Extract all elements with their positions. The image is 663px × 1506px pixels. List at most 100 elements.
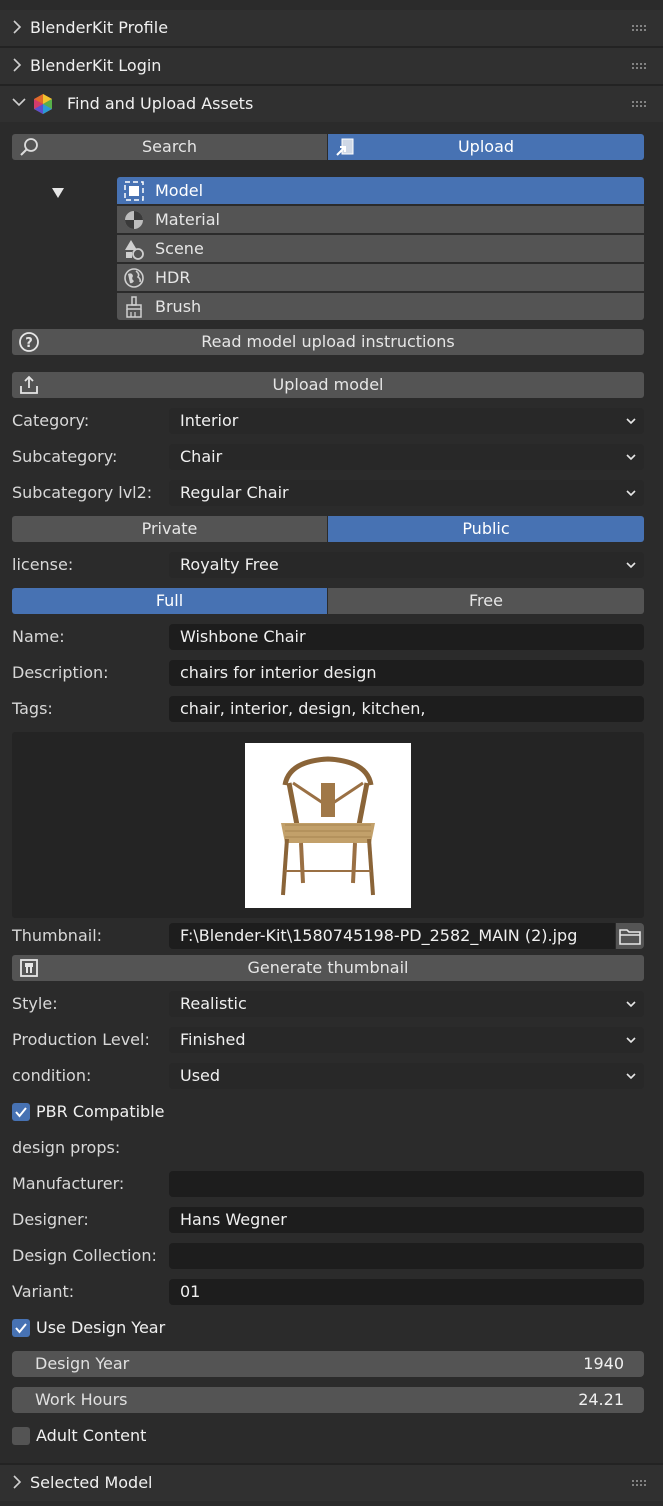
asset-type-brush[interactable]: Brush [117,293,644,320]
name-label: Name: [12,627,65,646]
subcategory-dropdown[interactable]: Chair [169,444,644,470]
panel-header-selected-model[interactable]: Selected Model [0,1465,663,1501]
panel-header-profile[interactable]: BlenderKit Profile [0,10,663,46]
subcategory2-dropdown[interactable]: Regular Chair [169,480,644,506]
tab-upload[interactable]: Upload [328,134,644,160]
pbr-checkbox[interactable] [12,1103,30,1121]
export-icon [18,374,40,396]
design-year-field[interactable]: Design Year 1940 [12,1351,644,1377]
use-design-year-label: Use Design Year [36,1318,166,1337]
chevron-down-icon [625,991,639,1017]
thumbnail-preview-area [12,732,644,918]
work-hours-field[interactable]: Work Hours 24.21 [12,1387,644,1413]
panel-title: Selected Model [30,1473,153,1492]
asset-type-hdr[interactable]: HDR [117,264,644,291]
name-field[interactable]: Wishbone Chair [169,624,644,650]
button-label: Read model upload instructions [201,332,455,351]
category-dropdown[interactable]: Interior [169,408,644,434]
folder-icon [619,926,641,950]
blenderkit-logo-icon [32,93,54,115]
tab-search[interactable]: Search [12,134,327,160]
dropdown-value: Regular Chair [180,483,289,502]
asset-type-label: Material [155,210,220,229]
button-label: Upload model [272,375,384,394]
design-props-label: design props: [12,1138,121,1157]
chevron-right-icon [12,58,26,74]
checkmark-icon [15,1323,27,1334]
panel-title: BlenderKit Login [30,56,162,75]
condition-label: condition: [12,1066,92,1085]
designer-label: Designer: [12,1210,89,1229]
designer-field[interactable]: Hans Wegner [169,1207,644,1233]
work-hours-value: 24.21 [578,1390,624,1409]
dropdown-value: Realistic [180,994,247,1013]
scene-icon [123,238,145,260]
dropdown-value: Interior [180,411,239,430]
panel-header-login[interactable]: BlenderKit Login [0,48,663,84]
adult-content-label: Adult Content [36,1426,147,1445]
dropdown-value: Chair [180,447,223,466]
private-toggle[interactable]: Private [12,516,327,542]
tab-label: Upload [457,137,515,156]
read-instructions-button[interactable]: ? Read model upload instructions [12,329,644,355]
thumbnail-label: Thumbnail: [12,926,103,945]
variant-label: Variant: [12,1282,75,1301]
material-sphere-icon [123,209,145,231]
generate-thumbnail-button[interactable]: Generate thumbnail [12,955,644,981]
drag-grip-icon[interactable] [631,62,647,70]
manufacturer-field[interactable] [169,1171,644,1197]
thumbnail-path-field[interactable]: F:\Blender-Kit\1580745198-PD_2582_MAIN (… [169,923,615,949]
cube-icon [123,180,145,202]
chevron-down-icon [12,96,26,112]
panel-header-find-upload[interactable]: Find and Upload Assets [0,86,663,122]
tab-label: Search [142,137,197,156]
asset-type-label: Model [155,181,204,200]
free-toggle[interactable]: Free [328,588,644,614]
search-icon [18,136,40,166]
expand-triangle-icon[interactable] [51,184,65,203]
asset-type-scene[interactable]: Scene [117,235,644,262]
public-toggle[interactable]: Public [328,516,644,542]
upload-model-button[interactable]: Upload model [12,372,644,398]
chevron-right-icon [12,20,26,36]
category-label: Category: [12,411,90,430]
chair-image [281,756,375,896]
svg-text:?: ? [25,336,33,351]
pbr-label: PBR Compatible [36,1102,165,1121]
tags-field[interactable]: chair, interior, design, kitchen, [169,696,644,722]
drag-grip-icon[interactable] [631,100,647,108]
checkmark-icon [15,1107,27,1118]
full-toggle[interactable]: Full [12,588,327,614]
condition-dropdown[interactable]: Used [169,1063,644,1089]
subcategory-label: Subcategory: [12,447,118,466]
variant-field[interactable]: 01 [169,1279,644,1305]
dropdown-value: Royalty Free [180,555,279,574]
chevron-right-icon [12,1475,26,1491]
description-field[interactable]: chairs for interior design [169,660,644,686]
license-dropdown[interactable]: Royalty Free [169,552,644,578]
asset-type-material[interactable]: Material [117,206,644,233]
use-design-year-checkbox[interactable] [12,1319,30,1337]
chevron-down-icon [625,552,639,578]
drag-grip-icon[interactable] [631,1479,647,1487]
design-year-value: 1940 [583,1354,624,1373]
chevron-down-icon [625,1027,639,1053]
style-dropdown[interactable]: Realistic [169,991,644,1017]
world-icon [123,267,145,289]
chevron-down-icon [625,408,639,434]
help-icon: ? [18,331,40,353]
design-collection-field[interactable] [169,1243,644,1269]
panel-title: BlenderKit Profile [30,18,169,37]
drag-grip-icon[interactable] [631,24,647,32]
asset-type-model[interactable]: Model [117,177,644,204]
adult-content-checkbox[interactable] [12,1427,30,1445]
production-level-dropdown[interactable]: Finished [169,1027,644,1053]
chevron-down-icon [625,444,639,470]
thumbnail-image [245,743,411,908]
dropdown-value: Used [180,1066,221,1085]
render-icon [18,957,40,979]
manufacturer-label: Manufacturer: [12,1174,125,1193]
browse-file-button[interactable] [616,923,644,949]
button-label: Generate thumbnail [247,958,409,977]
description-label: Description: [12,663,109,682]
